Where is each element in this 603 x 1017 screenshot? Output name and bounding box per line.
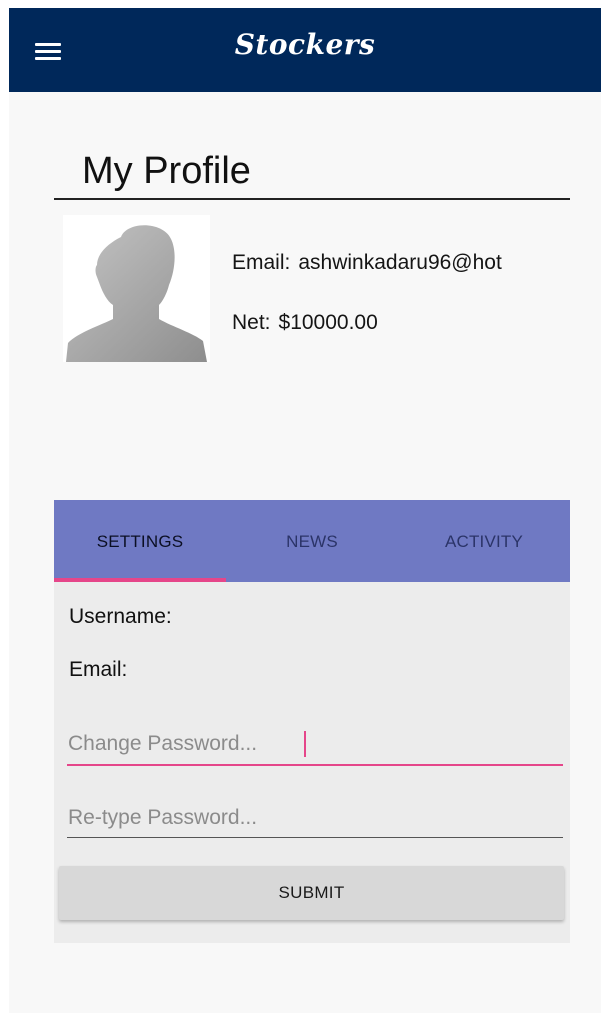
app-title: Stockers xyxy=(234,28,376,61)
submit-button[interactable]: SUBMIT xyxy=(59,866,564,920)
change-password-input[interactable] xyxy=(67,724,564,764)
app-screen: Stockers My Profile Email: ashwinkadaru96… xyxy=(9,8,601,1013)
tab-activity[interactable]: ACTIVITY xyxy=(398,500,570,582)
tabs-card: SETTINGS NEWS ACTIVITY Username: Email: … xyxy=(54,500,570,943)
change-password-underline xyxy=(67,764,563,766)
profile-net-label: Net: xyxy=(232,311,271,334)
profile-email-label: Email: xyxy=(232,251,291,274)
app-bar: Stockers xyxy=(9,8,601,92)
profile-net-value: $10000.00 xyxy=(278,311,378,334)
retype-password-underline xyxy=(67,837,563,838)
profile-net: Net: $10000.00 xyxy=(232,311,577,335)
email-label: Email: xyxy=(69,658,128,681)
active-tab-indicator xyxy=(54,578,226,582)
username-label: Username: xyxy=(69,605,172,628)
page-title: My Profile xyxy=(82,150,251,192)
avatar xyxy=(63,215,210,362)
page-title-container: My Profile xyxy=(54,148,570,200)
retype-password-input[interactable] xyxy=(67,798,564,838)
tab-settings[interactable]: SETTINGS xyxy=(54,500,226,582)
tab-bar: SETTINGS NEWS ACTIVITY xyxy=(54,500,570,582)
profile-email: Email: ashwinkadaru96@hot xyxy=(232,251,577,275)
text-cursor xyxy=(304,731,306,757)
profile-email-value: ashwinkadaru96@hot xyxy=(298,251,502,274)
user-silhouette-icon xyxy=(66,225,207,362)
tab-news[interactable]: NEWS xyxy=(226,500,398,582)
